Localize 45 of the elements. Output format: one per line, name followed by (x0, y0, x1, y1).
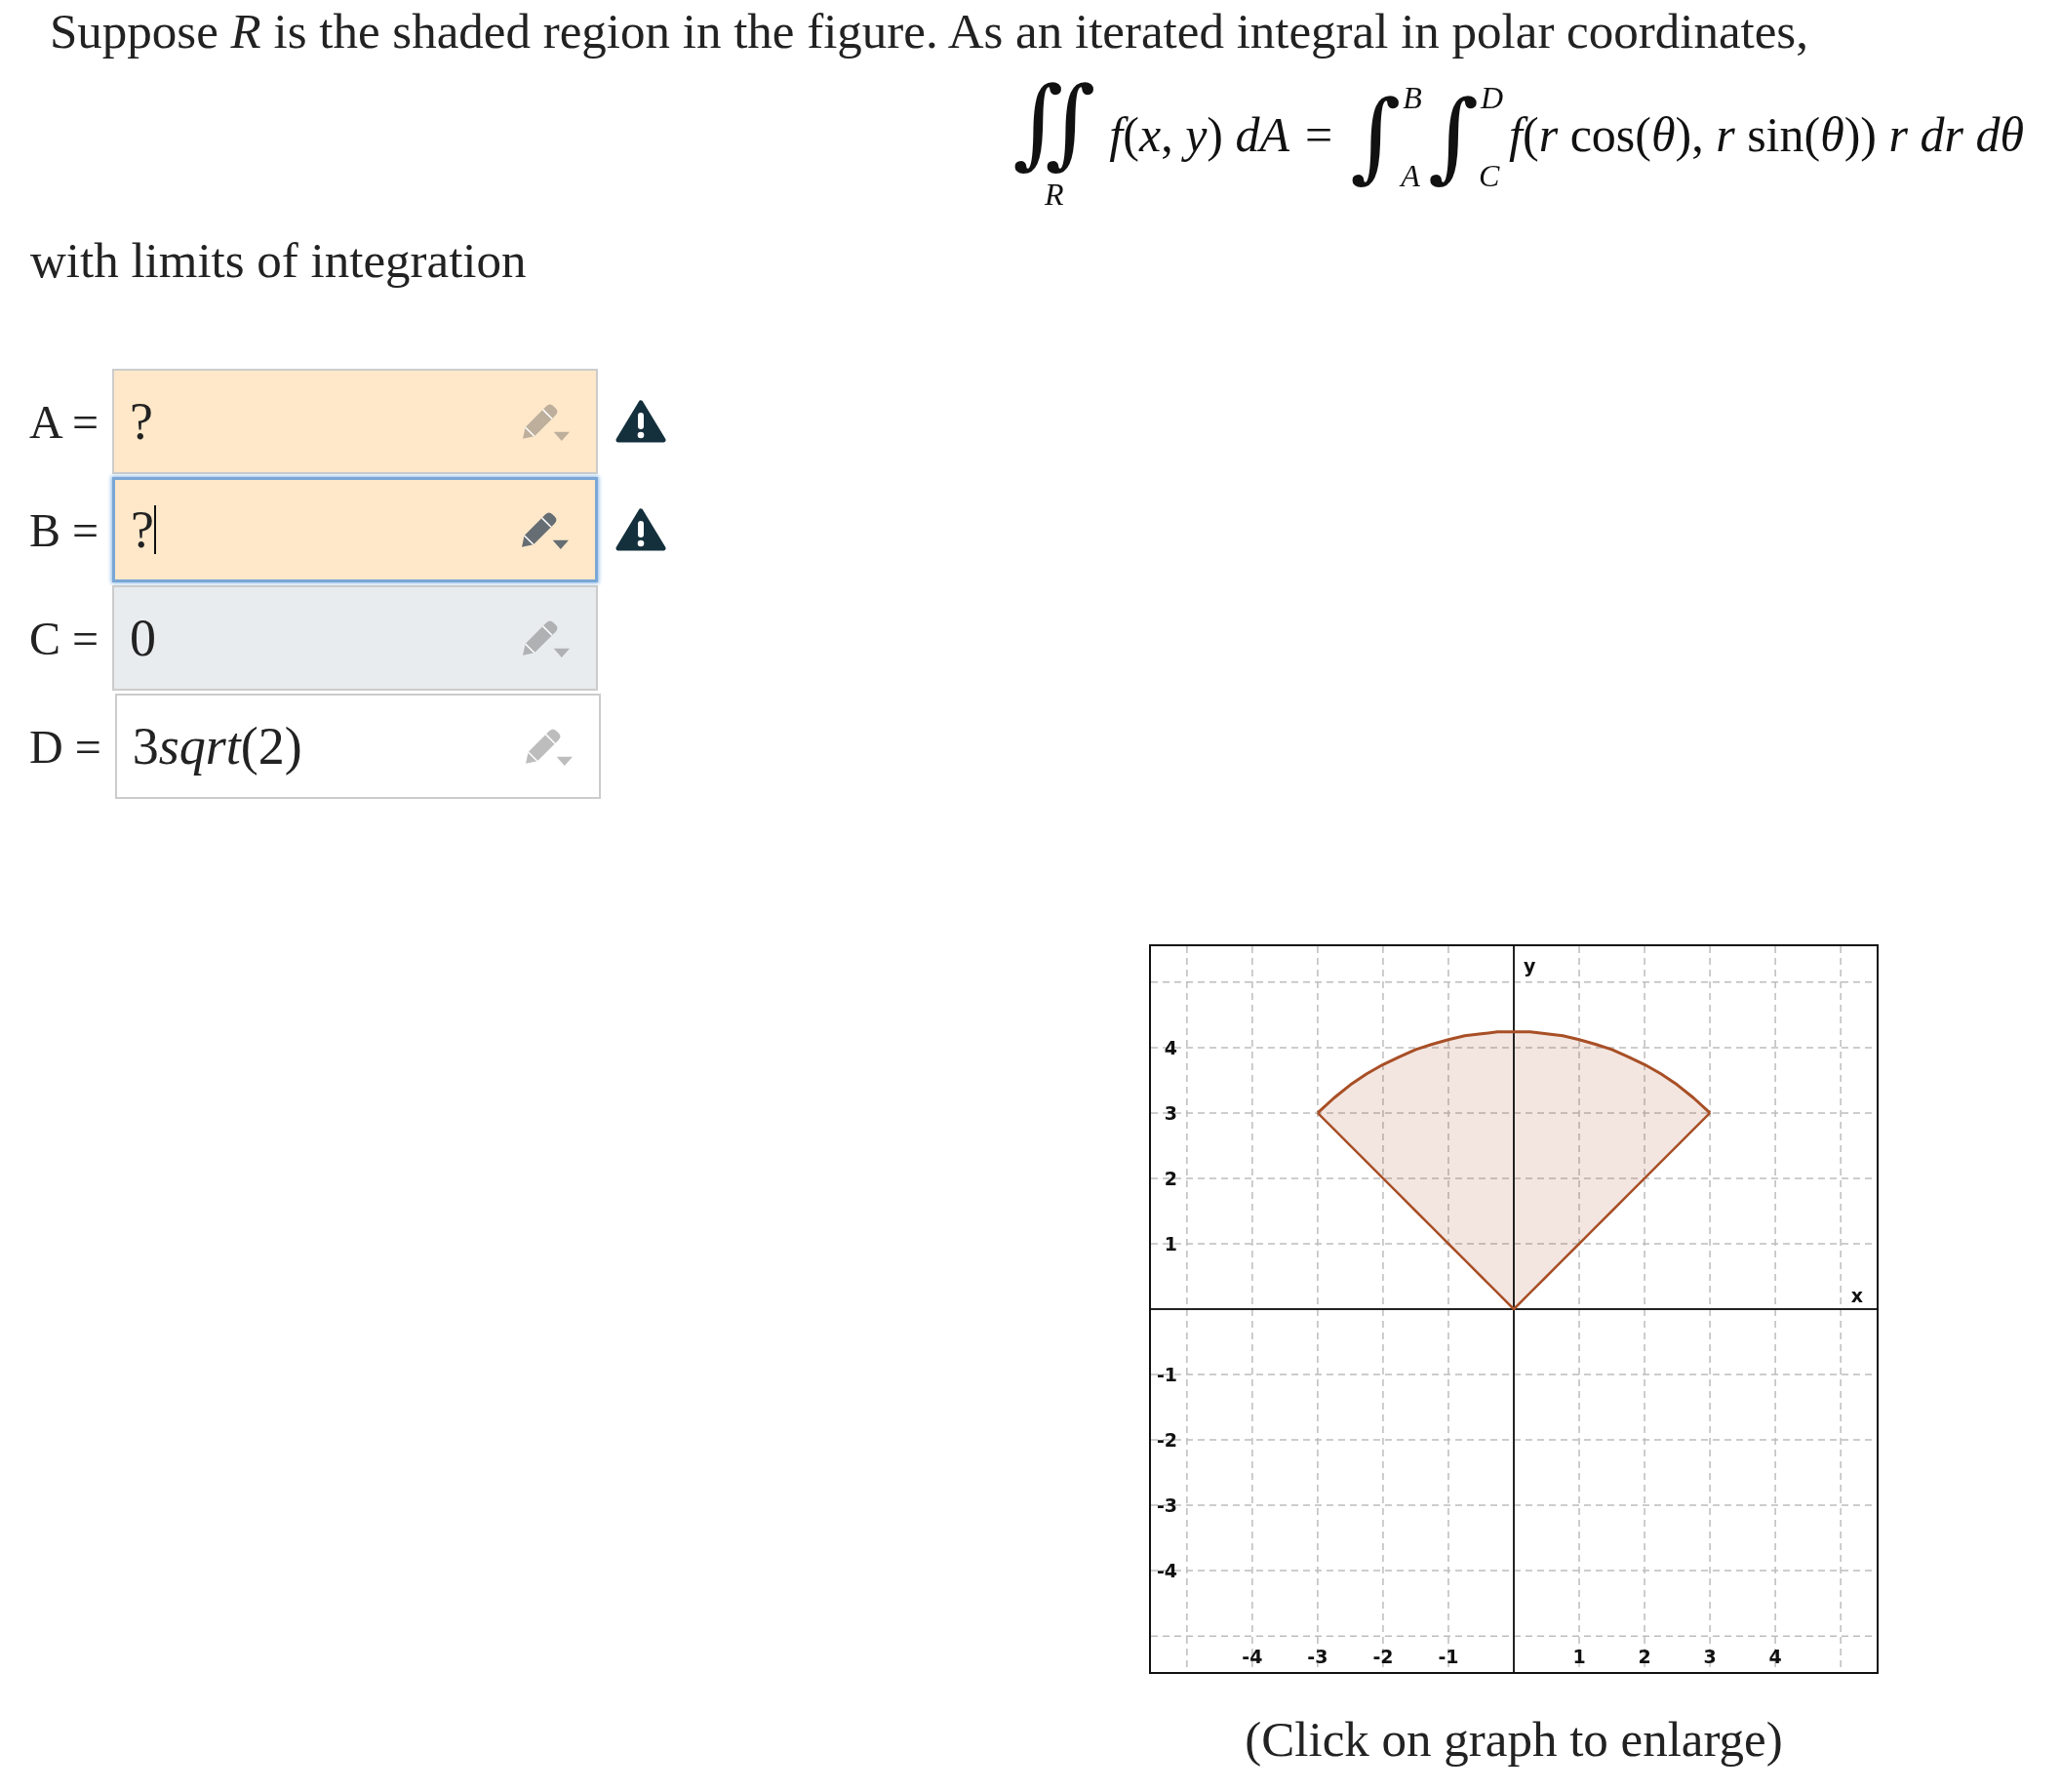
question-text: Suppose R is the shaded region in the figure. As an iterated integral in polar coordinates, (49, 3, 1809, 60)
integral-sign: ∫ (1427, 82, 1479, 191)
tick-label: 2 (1164, 1167, 1177, 1189)
math-expression: f(x, y) dA (1109, 107, 1290, 162)
axis-label: x (1850, 1285, 1864, 1306)
answer-field[interactable]: 3sqrt(2) (114, 694, 601, 799)
tick-label: -4 (1156, 1560, 1177, 1582)
graph-caption: (Click on graph to enlarge) (1245, 1711, 1783, 1769)
tick-label: -3 (1156, 1494, 1177, 1517)
field-label: D = (29, 719, 101, 774)
integral-limit: C (1479, 160, 1501, 191)
tick-label: 1 (1164, 1232, 1177, 1254)
tick-label: 4 (1768, 1646, 1782, 1667)
pencil-dropdown-icon[interactable] (521, 509, 571, 550)
tick-label: 3 (1164, 1101, 1177, 1124)
prompt-text: with limits of integration (29, 232, 528, 290)
axis-label: y (1524, 955, 1536, 976)
tick-label: -4 (1242, 1646, 1263, 1667)
tick-label: -1 (1438, 1646, 1459, 1667)
math-expression: f(r cos(θ), r sin(θ)) r dr dθ (1509, 107, 2024, 162)
integral-limit: R (1045, 178, 1064, 211)
tick-label: -2 (1156, 1429, 1177, 1452)
text-cursor (154, 505, 157, 554)
pencil-dropdown-icon[interactable] (522, 617, 572, 658)
answer-field[interactable]: 0 (112, 585, 599, 691)
integral-limit: B (1403, 82, 1422, 113)
integral-limit: A (1401, 160, 1421, 191)
tick-label: -2 (1372, 1646, 1394, 1667)
integral-sign: ∬ (1012, 68, 1096, 178)
graph-panel[interactable]: -4 -3 -2 -1 1 2 3 4 -4 -3 -2 -1 1 2 3 4 y x (1149, 944, 1879, 1674)
tick-label: -3 (1307, 1646, 1328, 1667)
tick-label: -1 (1156, 1364, 1177, 1386)
tick-label: 3 (1703, 1646, 1717, 1667)
tick-label: 1 (1572, 1646, 1586, 1667)
pencil-dropdown-icon[interactable] (522, 401, 572, 442)
field-label: A = (29, 394, 99, 449)
pencil-dropdown-icon[interactable] (524, 726, 574, 767)
answer-field[interactable]: ? (112, 477, 599, 582)
tick-label: 2 (1638, 1646, 1651, 1667)
equals-sign: = (1305, 107, 1333, 162)
integral-limit: D (1481, 82, 1504, 113)
field-label: C = (29, 611, 99, 665)
answer-field[interactable]: ? (112, 369, 599, 474)
tick-label: 4 (1164, 1036, 1177, 1058)
field-label: B = (29, 502, 99, 557)
